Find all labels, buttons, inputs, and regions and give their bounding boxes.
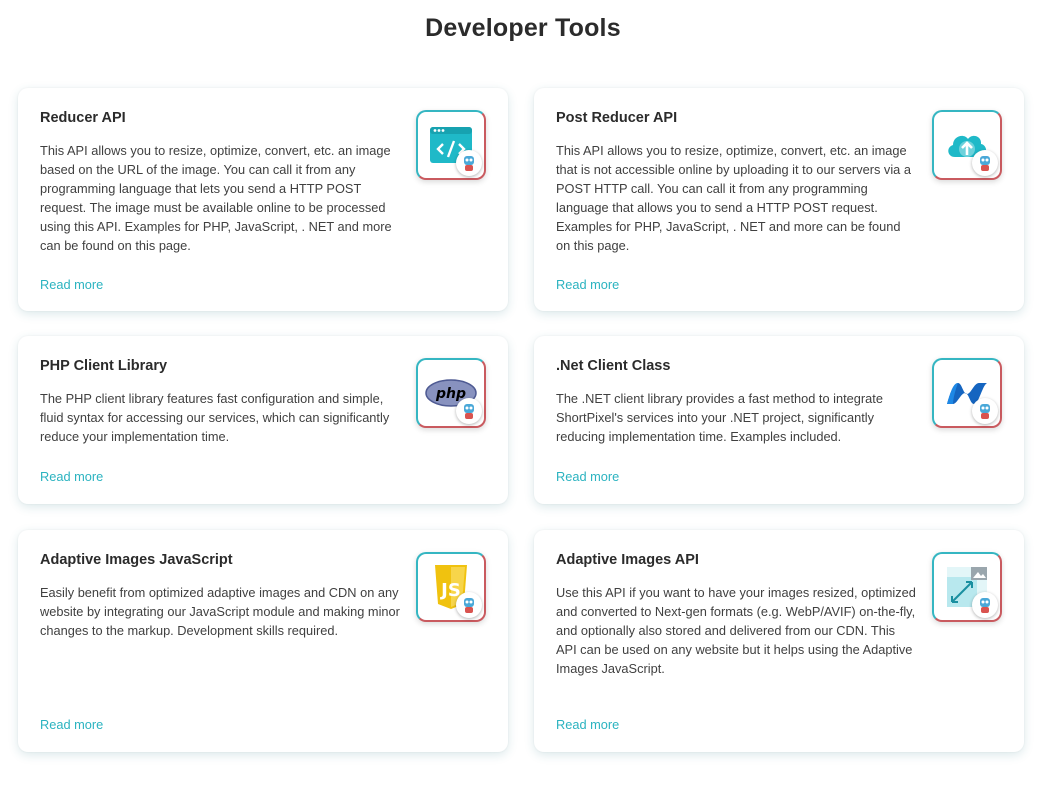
- robot-badge-icon: [456, 398, 482, 424]
- robot-badge-icon: [456, 150, 482, 176]
- robot-badge-icon: [972, 150, 998, 176]
- robot-badge-icon: [972, 592, 998, 618]
- read-more-link[interactable]: Read more: [40, 717, 103, 732]
- read-more-link[interactable]: Read more: [40, 277, 103, 292]
- browser-code-icon: [416, 110, 486, 180]
- read-more-link[interactable]: Read more: [556, 277, 619, 292]
- card-title: Adaptive Images API: [556, 552, 699, 568]
- card-php-client-library: PHP Client Library The PHP client librar…: [18, 336, 508, 504]
- read-more-link[interactable]: Read more: [556, 469, 619, 484]
- card-title: PHP Client Library: [40, 358, 168, 374]
- php-logo-icon: php: [416, 358, 486, 428]
- card-reducer-api: Reducer API This API allows you to resiz…: [18, 88, 508, 311]
- card-description: The .NET client library provides a fast …: [556, 391, 883, 444]
- card-title: .Net Client Class: [556, 358, 671, 374]
- card-dotnet-client-class: .Net Client Class The .NET client librar…: [534, 336, 1024, 504]
- page-title: Developer Tools: [425, 14, 621, 42]
- developer-tools-page: Developer Tools Reducer API This API all…: [0, 0, 1046, 800]
- card-title: Post Reducer API: [556, 110, 678, 126]
- robot-badge-icon: [972, 398, 998, 424]
- card-adaptive-images-javascript: Adaptive Images JavaScript Easily benefi…: [18, 530, 508, 752]
- robot-badge-icon: [456, 592, 482, 618]
- card-description: Easily benefit from optimized adaptive i…: [40, 585, 400, 638]
- js-logo-icon: JS: [416, 552, 486, 622]
- card-post-reducer-api: Post Reducer API This API allows you to …: [534, 88, 1024, 311]
- card-description: This API allows you to resize, optimize,…: [556, 143, 911, 253]
- card-description: This API allows you to resize, optimize,…: [40, 143, 392, 253]
- cloud-upload-icon: [932, 110, 1002, 180]
- dotnet-logo-icon: [932, 358, 1002, 428]
- read-more-link[interactable]: Read more: [40, 469, 103, 484]
- card-description: Use this API if you want to have your im…: [556, 585, 916, 676]
- card-description: The PHP client library features fast con…: [40, 391, 390, 444]
- card-adaptive-images-api: Adaptive Images API Use this API if you …: [534, 530, 1024, 752]
- read-more-link[interactable]: Read more: [556, 717, 619, 732]
- card-title: Adaptive Images JavaScript: [40, 552, 233, 568]
- image-resize-icon: [932, 552, 1002, 622]
- card-title: Reducer API: [40, 110, 126, 126]
